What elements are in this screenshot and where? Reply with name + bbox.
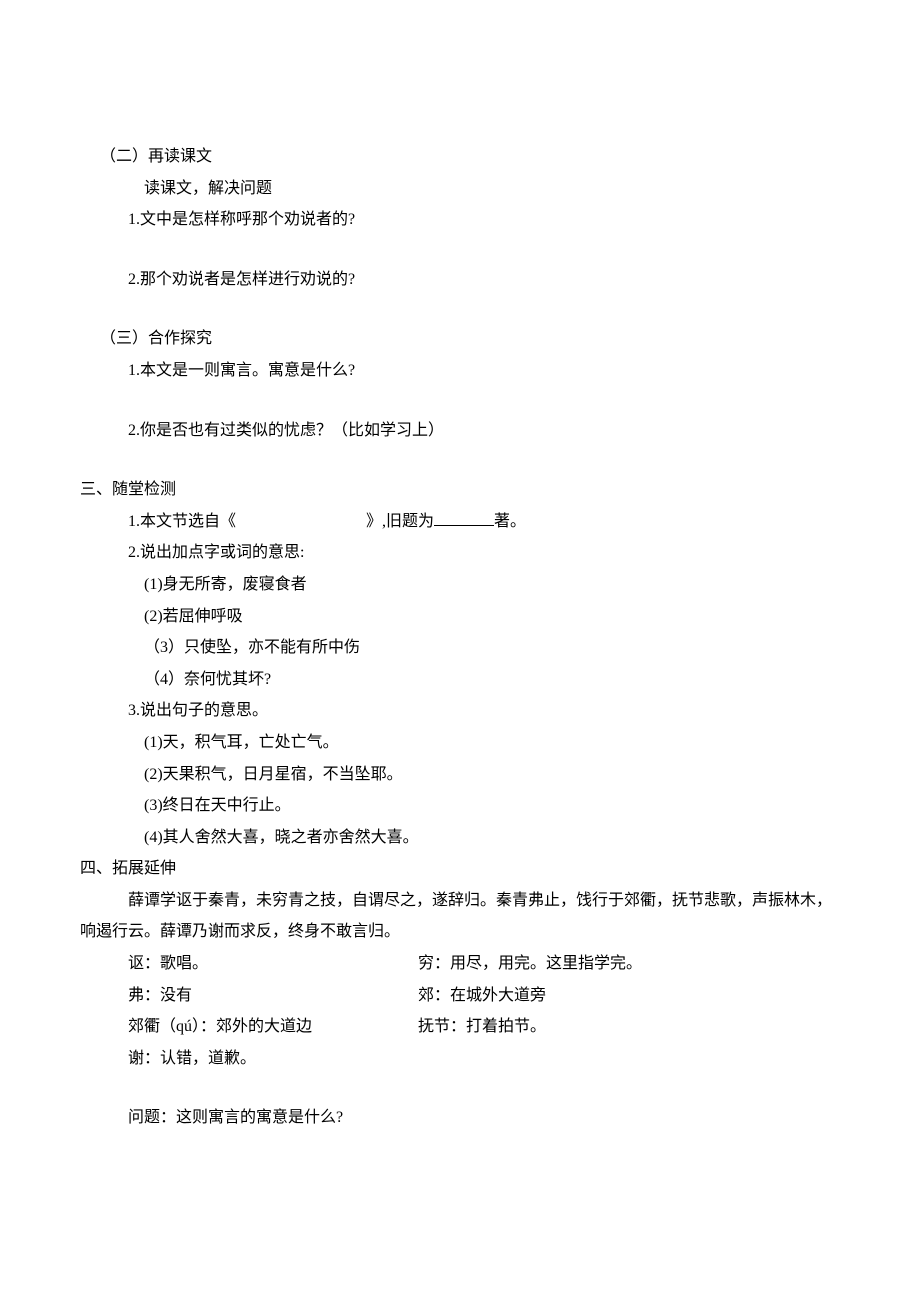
- q1-mid: 》,旧题为: [366, 513, 434, 530]
- vocab-fujie: 抚节：打着拍节。: [418, 1012, 840, 1042]
- vocab-row-3: 郊衢（qú）：郊外的大道边 抚节：打着拍节。: [80, 1012, 840, 1042]
- part-4-title: 四、拓展延伸: [80, 854, 840, 884]
- q1-prefix: 1.本文节选自《: [128, 513, 236, 530]
- q3-title: 3.说出句子的意思。: [80, 696, 840, 726]
- section-2-title: （二）再读课文: [80, 142, 840, 172]
- q-reread-2: 2.那个劝说者是怎样进行劝说的?: [80, 265, 840, 295]
- vocab-row-4: 谢：认错，道歉。: [80, 1044, 840, 1074]
- q3-d: (4)其人舍然大喜，晓之者亦舍然大喜。: [80, 823, 840, 853]
- vocab-qiong: 穷：用尽，用完。这里指学完。: [418, 949, 840, 979]
- vocab-row-2: 弗：没有 郊：在城外大道旁: [80, 981, 840, 1011]
- vocab-ou: 讴：歌唱。: [128, 949, 418, 979]
- q2-b: (2)若屈伸呼吸: [80, 602, 840, 632]
- q-explore-1: 1.本文是一则寓言。寓意是什么?: [80, 356, 840, 386]
- q2-d: （4）奈何忧其坏?: [80, 665, 840, 695]
- q3-b: (2)天果积气，日月星宿，不当坠耶。: [80, 760, 840, 790]
- q-explore-2: 2.你是否也有过类似的忧虑？（比如学习上）: [80, 416, 840, 446]
- vocab-qu: 郊衢（qú）：郊外的大道边: [128, 1012, 418, 1042]
- section-3-title: （三）合作探究: [80, 324, 840, 354]
- q2-title: 2.说出加点字或词的意思:: [80, 538, 840, 568]
- q-reread-1: 1.文中是怎样称呼那个劝说者的?: [80, 205, 840, 235]
- blank-underline-1: [434, 525, 494, 526]
- passage-line-2: 响遏行云。薛谭乃谢而求反，终身不敢言归。: [80, 917, 840, 947]
- q-fill-blank: 1.本文节选自《 》,旧题为 著。: [80, 507, 840, 537]
- q3-a: (1)天，积气耳，亡处亡气。: [80, 728, 840, 758]
- passage-line-1: 薛谭学讴于秦青，未穷青之技，自谓尽之，遂辞归。秦青弗止，饯行于郊衢，抚节悲歌，声…: [80, 886, 840, 916]
- q3-c: (3)终日在天中行止。: [80, 791, 840, 821]
- vocab-jiao: 郊：在城外大道旁: [418, 981, 840, 1011]
- q1-suffix: 著。: [494, 513, 526, 530]
- section-2-subtitle: 读课文，解决问题: [80, 174, 840, 204]
- vocab-row-1: 讴：歌唱。 穷：用尽，用完。这里指学完。: [80, 949, 840, 979]
- q2-c: （3）只使坠，亦不能有所中伤: [80, 633, 840, 663]
- vocab-xie: 谢：认错，道歉。: [128, 1050, 256, 1067]
- final-question: 问题：这则寓言的寓意是什么?: [80, 1103, 840, 1133]
- vocab-fu: 弗：没有: [128, 981, 418, 1011]
- q2-a: (1)身无所寄，废寝食者: [80, 570, 840, 600]
- part-3-title: 三、随堂检测: [80, 475, 840, 505]
